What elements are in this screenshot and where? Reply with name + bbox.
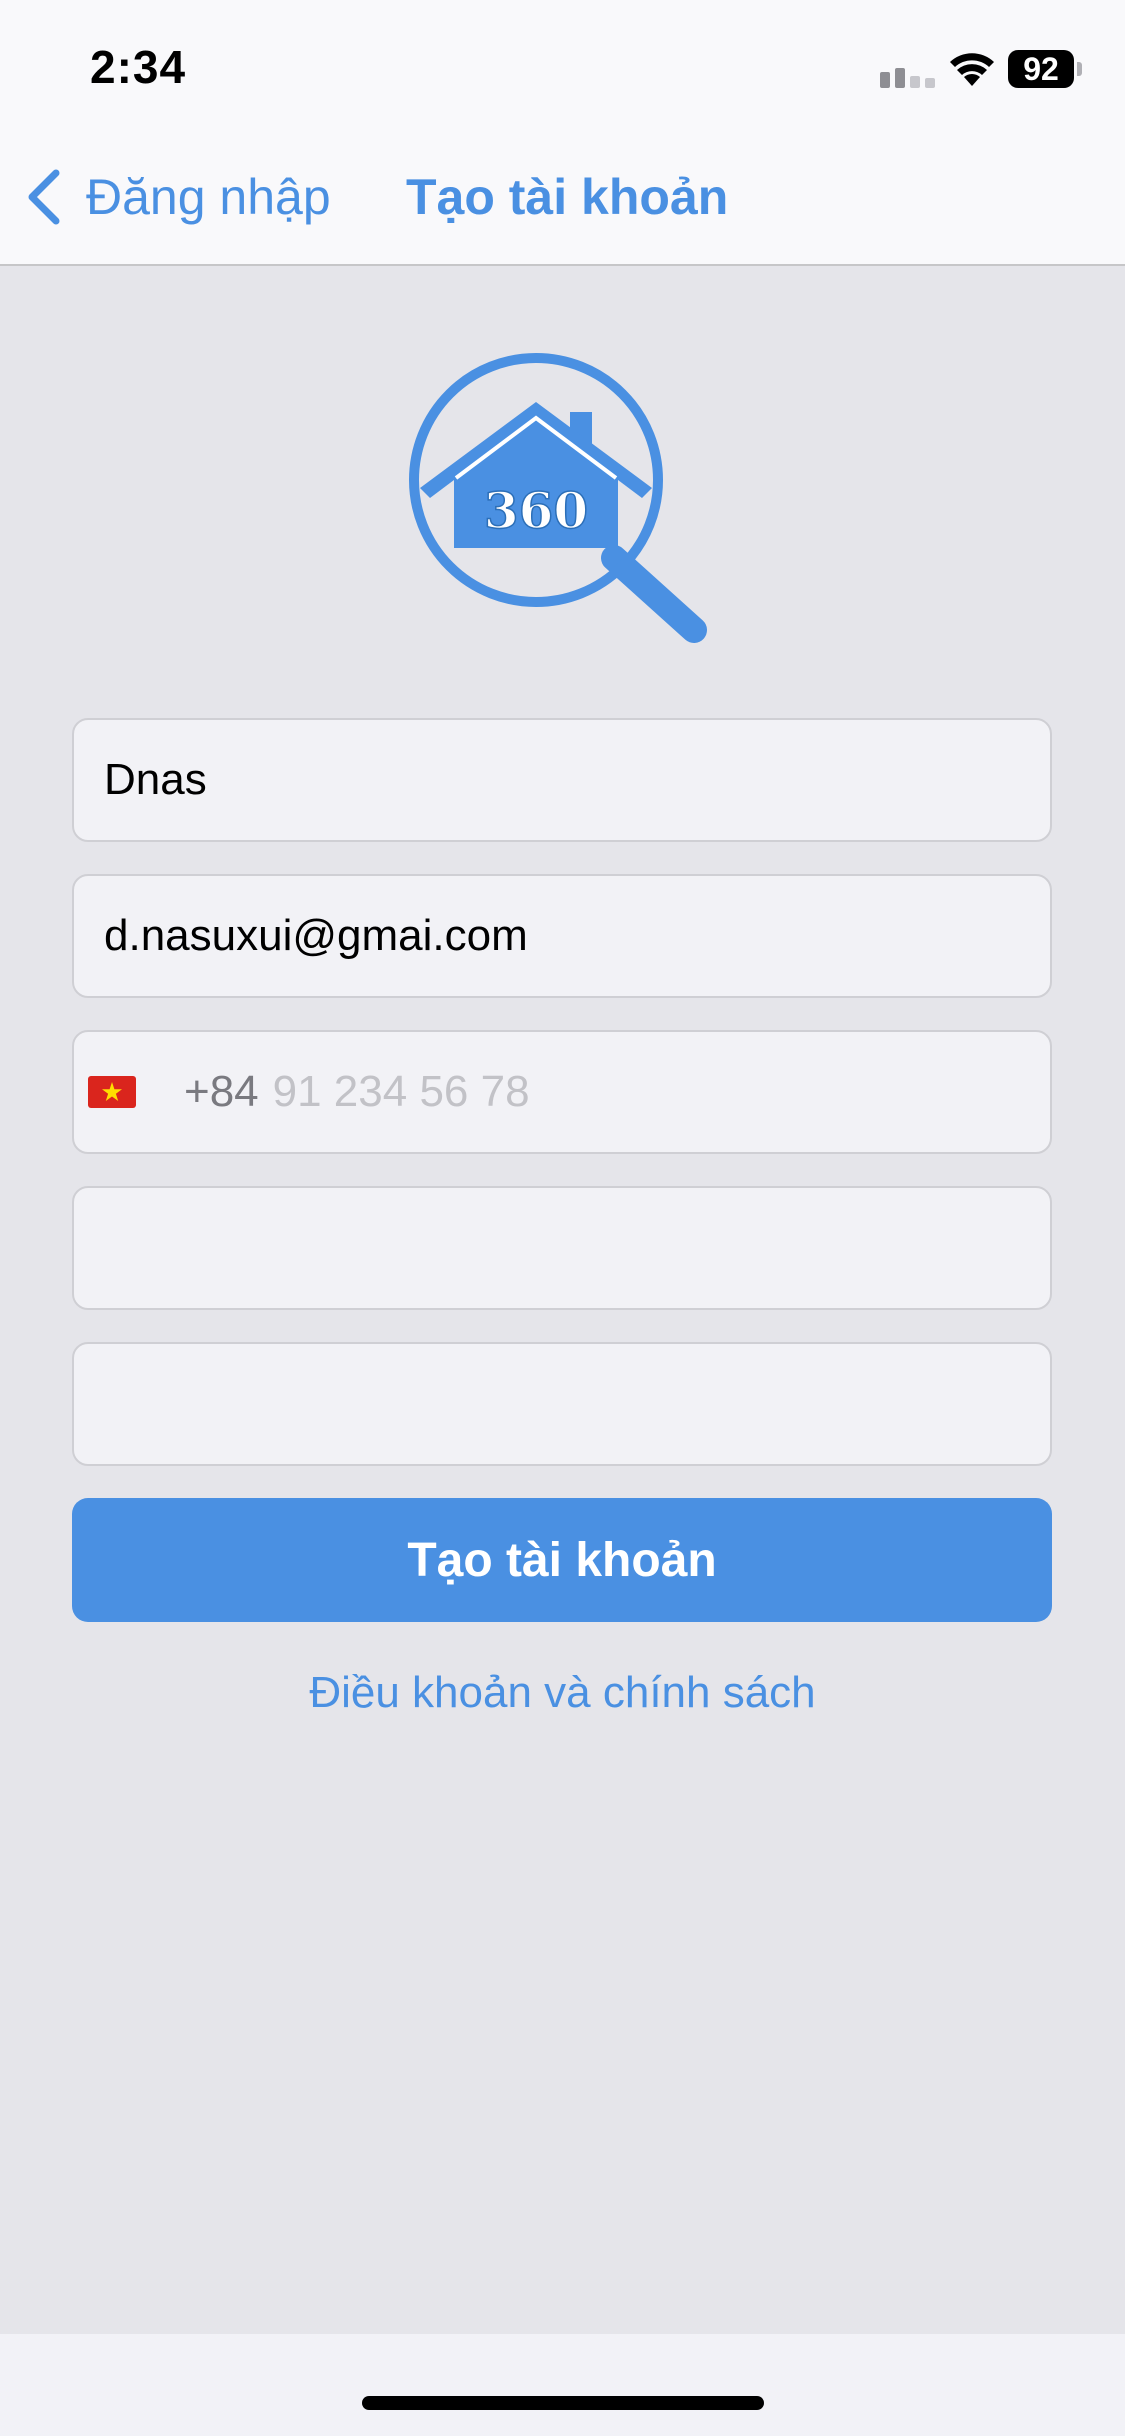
battery-tip <box>1077 62 1082 76</box>
back-button[interactable]: Đăng nhập <box>24 162 331 232</box>
logo-text: 360 <box>484 481 588 540</box>
create-account-button[interactable]: Tạo tài khoản <box>72 1498 1052 1622</box>
vietnam-flag-icon[interactable] <box>88 1076 136 1108</box>
status-bar: 2:34 92 <box>0 0 1125 132</box>
navigation-bar: Đăng nhập Tạo tài khoản <box>0 132 1125 266</box>
password-field[interactable] <box>72 1186 1052 1310</box>
battery-icon: 92 <box>1008 50 1074 88</box>
email-field[interactable]: d.nasuxui@gmai.com <box>72 874 1052 998</box>
battery-level: 92 <box>1023 51 1059 87</box>
wifi-icon <box>950 53 994 86</box>
back-label: Đăng nhập <box>86 169 331 225</box>
page-title: Tạo tài khoản <box>406 169 729 225</box>
confirm-password-field[interactable] <box>72 1342 1052 1466</box>
dial-code: +84 <box>184 1067 259 1116</box>
status-time: 2:34 <box>90 41 187 93</box>
create-account-label: Tạo tài khoản <box>407 1533 717 1587</box>
email-value: d.nasuxui@gmai.com <box>104 911 528 960</box>
phone-field[interactable]: +84 91 234 56 78 <box>72 1030 1052 1154</box>
signal-icon <box>880 68 935 88</box>
name-value: Dnas <box>104 755 207 804</box>
name-field[interactable]: Dnas <box>72 718 1052 842</box>
bottom-safe-area <box>0 2334 1125 2436</box>
home-indicator[interactable] <box>362 2396 764 2410</box>
phone-placeholder: 91 234 56 78 <box>272 1067 530 1116</box>
house-magnifier-logo: 360 <box>409 353 707 643</box>
chevron-left-icon <box>28 169 60 225</box>
terms-link[interactable]: Điều khoản và chính sách <box>0 1668 1125 1718</box>
